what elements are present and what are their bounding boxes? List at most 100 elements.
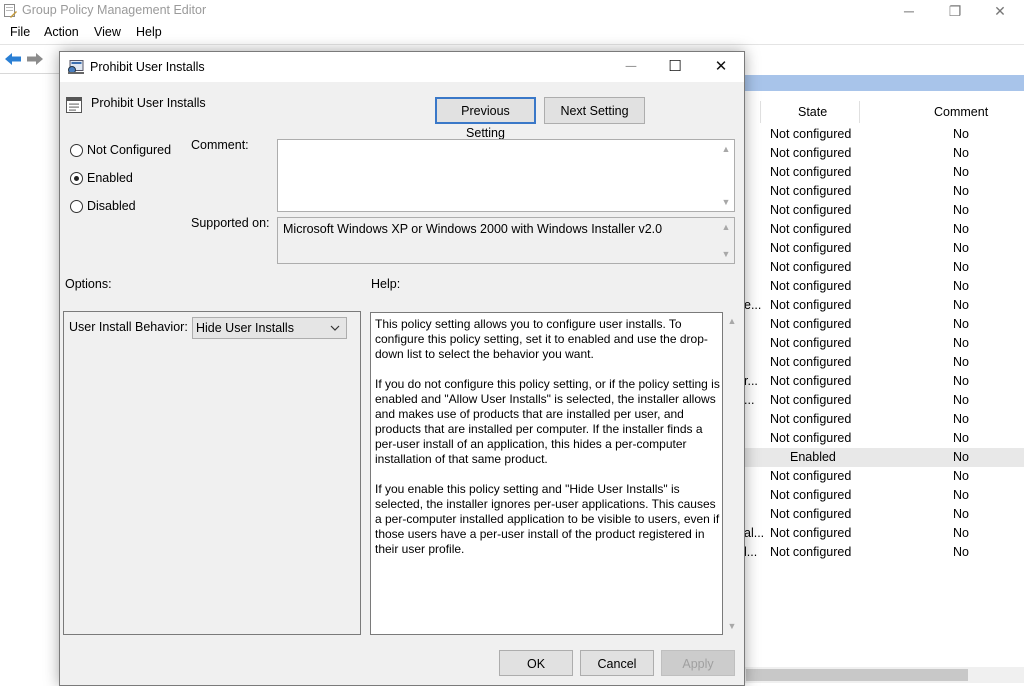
menu-help[interactable]: Help (136, 25, 162, 39)
row-comment: No (953, 507, 969, 521)
menu-bar: File Action View Help (0, 22, 1024, 43)
supported-on-field[interactable]: Microsoft Windows XP or Windows 2000 wit… (277, 217, 735, 264)
row-comment: No (953, 393, 969, 407)
list-row[interactable]: r... Not configured No (744, 372, 1024, 391)
row-state: Not configured (770, 412, 852, 426)
scroll-down-icon[interactable]: ▼ (718, 247, 734, 261)
comment-scrollbar[interactable]: ▲ ▼ (718, 140, 734, 211)
list-row[interactable]: Not configured No (744, 334, 1024, 353)
help-scrollbar[interactable]: ▲ ▼ (724, 312, 740, 635)
list-row[interactable]: Not configured No (744, 182, 1024, 201)
list-row[interactable]: Not configured No (744, 163, 1024, 182)
supported-scrollbar[interactable]: ▲ ▼ (718, 218, 734, 263)
radio-not-configured-label: Not Configured (87, 143, 172, 157)
scroll-down-icon[interactable]: ▼ (724, 619, 740, 633)
row-state: Not configured (770, 165, 852, 179)
list-row[interactable]: Not configured No (744, 410, 1024, 429)
ok-button[interactable]: OK (499, 650, 573, 676)
list-row[interactable]: Not configured No (744, 220, 1024, 239)
supported-on-label: Supported on: (191, 216, 270, 230)
supported-on-value: Microsoft Windows XP or Windows 2000 wit… (283, 222, 663, 236)
main-maximize-button[interactable]: ❐ (932, 0, 978, 22)
list-row[interactable]: Not configured No (744, 125, 1024, 144)
main-titlebar: Group Policy Management Editor ─ ❐ ✕ (0, 0, 1024, 22)
radio-circle[interactable] (70, 172, 83, 185)
policy-name: Prohibit User Installs (91, 96, 206, 110)
radio-circle[interactable] (70, 144, 83, 157)
row-state: Not configured (770, 545, 852, 559)
row-comment: No (953, 526, 969, 540)
row-comment: No (953, 412, 969, 426)
row-comment: No (953, 355, 969, 369)
list-row[interactable]: ... Not configured No (744, 391, 1024, 410)
list-row[interactable]: Not configured No (744, 486, 1024, 505)
menu-file[interactable]: File (10, 25, 30, 39)
list-row[interactable]: Not configured No (744, 315, 1024, 334)
list-row[interactable]: Not configured No (744, 353, 1024, 372)
options-label: Options: (65, 277, 112, 291)
main-window-title: Group Policy Management Editor (22, 3, 207, 17)
row-state: Not configured (770, 260, 852, 274)
list-row[interactable]: Enabled No (744, 448, 1024, 467)
back-arrow-icon[interactable] (4, 51, 22, 67)
scroll-up-icon[interactable]: ▲ (718, 220, 734, 234)
list-row[interactable]: Not configured No (744, 201, 1024, 220)
row-comment: No (953, 203, 969, 217)
comment-field[interactable]: ▲ ▼ (277, 139, 735, 212)
chevron-down-icon[interactable] (330, 324, 340, 332)
row-comment: No (953, 279, 969, 293)
list-row[interactable]: Not configured No (744, 505, 1024, 524)
list-row[interactable]: e... Not configured No (744, 296, 1024, 315)
next-setting-button[interactable]: Next Setting (544, 97, 645, 124)
list-row[interactable]: l... Not configured No (744, 543, 1024, 562)
scroll-up-icon[interactable]: ▲ (718, 142, 734, 156)
dialog-maximize-button[interactable]: ☐ (652, 52, 698, 82)
list-row[interactable]: Not configured No (744, 429, 1024, 448)
cancel-button[interactable]: Cancel (580, 650, 654, 676)
row-state: Not configured (770, 336, 852, 350)
dialog-close-button[interactable]: ✕ (698, 52, 744, 82)
column-header-comment[interactable]: Comment (934, 105, 988, 119)
row-state: Not configured (770, 298, 852, 312)
settings-list-pane: State Comment Not configured No Not config… (744, 73, 1024, 686)
list-row[interactable]: Not configured No (744, 277, 1024, 296)
forward-arrow-icon[interactable] (26, 51, 44, 67)
list-horizontal-scrollbar[interactable] (744, 667, 1024, 683)
scrollbar-thumb[interactable] (746, 669, 968, 681)
row-state: Not configured (770, 241, 852, 255)
dialog-minimize-button[interactable]: ─ (608, 52, 654, 82)
dialog-titlebar: Prohibit User Installs ─ ☐ ✕ (60, 52, 744, 82)
row-setting-name: ... (744, 393, 755, 407)
radio-disabled-label: Disabled (87, 199, 136, 213)
list-row[interactable]: Not configured No (744, 467, 1024, 486)
list-row[interactable]: Not configured No (744, 239, 1024, 258)
user-install-behavior-value: Hide User Installs (196, 321, 294, 335)
help-paragraph: This policy setting allows you to config… (375, 317, 708, 361)
menu-view[interactable]: View (94, 25, 121, 39)
column-divider[interactable] (859, 101, 860, 123)
menu-action[interactable]: Action (44, 25, 79, 39)
scroll-up-icon[interactable]: ▲ (724, 314, 740, 328)
row-comment: No (953, 545, 969, 559)
user-install-behavior-label: User Install Behavior: (69, 320, 188, 334)
row-state: Not configured (770, 393, 852, 407)
apply-button[interactable]: Apply (661, 650, 735, 676)
column-divider[interactable] (760, 101, 761, 123)
tree-pane[interactable] (0, 73, 60, 686)
row-state: Not configured (770, 488, 852, 502)
list-row[interactable]: al... Not configured No (744, 524, 1024, 543)
user-install-behavior-dropdown[interactable]: Hide User Installs (192, 317, 347, 339)
scroll-down-icon[interactable]: ▼ (718, 195, 734, 209)
help-panel[interactable]: This policy setting allows you to config… (370, 312, 723, 635)
radio-circle[interactable] (70, 200, 83, 213)
app-icon (4, 4, 17, 18)
row-state: Not configured (770, 526, 852, 540)
previous-setting-button[interactable]: Previous Setting (435, 97, 536, 140)
row-state: Not configured (770, 279, 852, 293)
list-row[interactable]: Not configured No (744, 144, 1024, 163)
main-close-button[interactable]: ✕ (977, 0, 1023, 22)
main-minimize-button[interactable]: ─ (886, 0, 932, 22)
column-header-state[interactable]: State (798, 105, 827, 119)
list-column-header: State Comment (744, 99, 1024, 125)
list-row[interactable]: Not configured No (744, 258, 1024, 277)
